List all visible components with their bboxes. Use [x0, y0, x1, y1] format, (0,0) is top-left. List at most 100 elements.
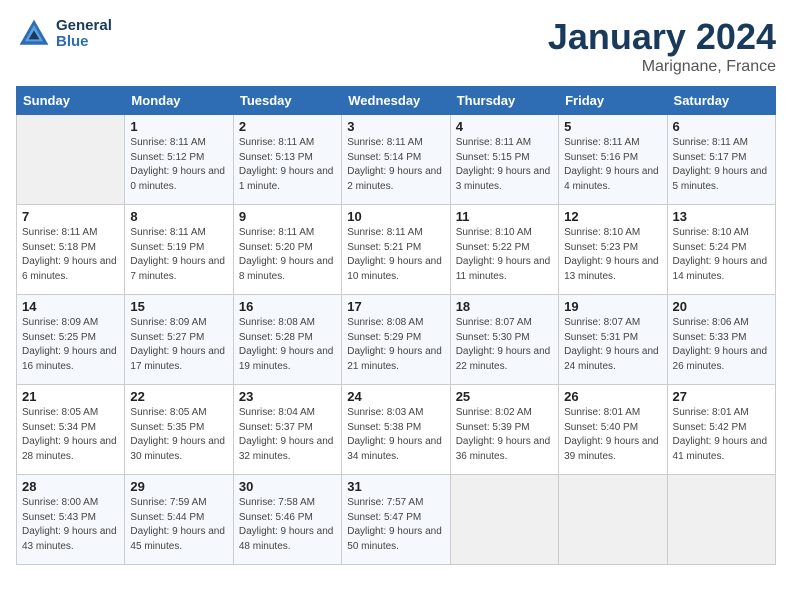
day-cell: 6 Sunrise: 8:11 AMSunset: 5:17 PMDaylight…: [667, 115, 775, 205]
cell-info: Sunrise: 8:05 AMSunset: 5:34 PMDaylight:…: [22, 406, 119, 464]
day-number: 28: [22, 479, 119, 494]
day-cell: 26 Sunrise: 8:01 AMSunset: 5:40 PMDayligh…: [559, 385, 667, 475]
cell-info: Sunrise: 8:11 AMSunset: 5:17 PMDaylight:…: [673, 136, 770, 194]
cell-info: Sunrise: 8:06 AMSunset: 5:33 PMDaylight:…: [673, 316, 770, 374]
cell-info: Sunrise: 8:03 AMSunset: 5:38 PMDaylight:…: [347, 406, 444, 464]
day-cell: 22Sunrise: 8:05 AMSunset: 5:35 PMDayligh…: [125, 385, 233, 475]
day-number: 31: [347, 479, 444, 494]
cell-info: Sunrise: 8:11 AMSunset: 5:12 PMDaylight:…: [130, 136, 227, 194]
day-number: 12: [564, 209, 661, 224]
day-number: 19: [564, 299, 661, 314]
day-cell: 3 Sunrise: 8:11 AMSunset: 5:14 PMDaylight…: [342, 115, 450, 205]
day-number: 20: [673, 299, 770, 314]
day-number: 9: [239, 209, 336, 224]
cell-info: Sunrise: 8:04 AMSunset: 5:37 PMDaylight:…: [239, 406, 336, 464]
cell-info: Sunrise: 8:11 AMSunset: 5:21 PMDaylight:…: [347, 226, 444, 284]
day-number: 24: [347, 389, 444, 404]
day-cell: 4 Sunrise: 8:11 AMSunset: 5:15 PMDaylight…: [450, 115, 558, 205]
day-cell: 5Sunrise: 8:11 AMSunset: 5:16 PMDaylight…: [559, 115, 667, 205]
day-cell: 12 Sunrise: 8:10 AMSunset: 5:23 PMDayligh…: [559, 205, 667, 295]
cell-info: Sunrise: 8:02 AMSunset: 5:39 PMDaylight:…: [456, 406, 553, 464]
header-cell-wednesday: Wednesday: [342, 87, 450, 115]
day-number: 23: [239, 389, 336, 404]
day-cell: 10 Sunrise: 8:11 AMSunset: 5:21 PMDayligh…: [342, 205, 450, 295]
cell-info: Sunrise: 8:08 AMSunset: 5:28 PMDaylight:…: [239, 316, 336, 374]
cell-info: Sunrise: 8:10 AMSunset: 5:22 PMDaylight:…: [456, 226, 553, 284]
day-cell: [559, 475, 667, 565]
week-row-2: 7 Sunrise: 8:11 AMSunset: 5:18 PMDaylight…: [17, 205, 776, 295]
day-number: 21: [22, 389, 119, 404]
day-cell: [450, 475, 558, 565]
day-number: 10: [347, 209, 444, 224]
header-cell-monday: Monday: [125, 87, 233, 115]
cell-info: Sunrise: 8:10 AMSunset: 5:23 PMDaylight:…: [564, 226, 661, 284]
cell-info: Sunrise: 8:10 AMSunset: 5:24 PMDaylight:…: [673, 226, 770, 284]
cell-info: Sunrise: 8:07 AMSunset: 5:30 PMDaylight:…: [456, 316, 553, 374]
day-cell: 17Sunrise: 8:08 AMSunset: 5:29 PMDayligh…: [342, 295, 450, 385]
cell-info: Sunrise: 8:07 AMSunset: 5:31 PMDaylight:…: [564, 316, 661, 374]
day-number: 3: [347, 119, 444, 134]
day-cell: 15 Sunrise: 8:09 AMSunset: 5:27 PMDayligh…: [125, 295, 233, 385]
week-row-3: 14Sunrise: 8:09 AMSunset: 5:25 PMDayligh…: [17, 295, 776, 385]
day-cell: 11 Sunrise: 8:10 AMSunset: 5:22 PMDayligh…: [450, 205, 558, 295]
cell-info: Sunrise: 8:11 AMSunset: 5:15 PMDaylight:…: [456, 136, 553, 194]
day-cell: 18 Sunrise: 8:07 AMSunset: 5:30 PMDayligh…: [450, 295, 558, 385]
header-cell-friday: Friday: [559, 87, 667, 115]
day-number: 6: [673, 119, 770, 134]
day-number: 16: [239, 299, 336, 314]
day-number: 2: [239, 119, 336, 134]
day-number: 15: [130, 299, 227, 314]
cell-info: Sunrise: 8:08 AMSunset: 5:29 PMDaylight:…: [347, 316, 444, 374]
day-cell: 2 Sunrise: 8:11 AMSunset: 5:13 PMDaylight…: [233, 115, 341, 205]
month-title: January 2024: [548, 16, 776, 58]
day-cell: 8Sunrise: 8:11 AMSunset: 5:19 PMDaylight…: [125, 205, 233, 295]
page-header: General Blue January 2024 Marignane, Fra…: [16, 16, 776, 76]
calendar-table: SundayMondayTuesdayWednesdayThursdayFrid…: [16, 86, 776, 565]
day-cell: 21 Sunrise: 8:05 AMSunset: 5:34 PMDayligh…: [17, 385, 125, 475]
cell-info: Sunrise: 8:11 AMSunset: 5:16 PMDaylight:…: [564, 136, 661, 194]
day-cell: 27Sunrise: 8:01 AMSunset: 5:42 PMDayligh…: [667, 385, 775, 475]
day-number: 25: [456, 389, 553, 404]
logo-icon: [16, 16, 52, 52]
day-cell: 23 Sunrise: 8:04 AMSunset: 5:37 PMDayligh…: [233, 385, 341, 475]
logo-text: General Blue: [56, 18, 112, 51]
day-number: 1: [130, 119, 227, 134]
cell-info: Sunrise: 8:11 AMSunset: 5:13 PMDaylight:…: [239, 136, 336, 194]
day-number: 18: [456, 299, 553, 314]
day-number: 29: [130, 479, 227, 494]
cell-info: Sunrise: 7:58 AMSunset: 5:46 PMDaylight:…: [239, 496, 336, 554]
day-cell: 25 Sunrise: 8:02 AMSunset: 5:39 PMDayligh…: [450, 385, 558, 475]
day-number: 30: [239, 479, 336, 494]
day-cell: [667, 475, 775, 565]
day-cell: 14Sunrise: 8:09 AMSunset: 5:25 PMDayligh…: [17, 295, 125, 385]
header-cell-thursday: Thursday: [450, 87, 558, 115]
day-cell: 28Sunrise: 8:00 AMSunset: 5:43 PMDayligh…: [17, 475, 125, 565]
day-number: 11: [456, 209, 553, 224]
cell-info: Sunrise: 8:05 AMSunset: 5:35 PMDaylight:…: [130, 406, 227, 464]
cell-info: Sunrise: 8:01 AMSunset: 5:40 PMDaylight:…: [564, 406, 661, 464]
day-cell: 19 Sunrise: 8:07 AMSunset: 5:31 PMDayligh…: [559, 295, 667, 385]
cell-info: Sunrise: 8:11 AMSunset: 5:20 PMDaylight:…: [239, 226, 336, 284]
week-row-1: 1 Sunrise: 8:11 AMSunset: 5:12 PMDaylight…: [17, 115, 776, 205]
day-number: 26: [564, 389, 661, 404]
logo: General Blue: [16, 16, 112, 52]
cell-info: Sunrise: 7:57 AMSunset: 5:47 PMDaylight:…: [347, 496, 444, 554]
day-cell: 16 Sunrise: 8:08 AMSunset: 5:28 PMDayligh…: [233, 295, 341, 385]
day-cell: 29Sunrise: 7:59 AMSunset: 5:44 PMDayligh…: [125, 475, 233, 565]
day-number: 13: [673, 209, 770, 224]
header-cell-saturday: Saturday: [667, 87, 775, 115]
day-cell: 7 Sunrise: 8:11 AMSunset: 5:18 PMDaylight…: [17, 205, 125, 295]
day-number: 4: [456, 119, 553, 134]
week-row-4: 21 Sunrise: 8:05 AMSunset: 5:34 PMDayligh…: [17, 385, 776, 475]
cell-info: Sunrise: 8:09 AMSunset: 5:25 PMDaylight:…: [22, 316, 119, 374]
cell-info: Sunrise: 8:11 AMSunset: 5:18 PMDaylight:…: [22, 226, 119, 284]
cell-info: Sunrise: 8:11 AMSunset: 5:14 PMDaylight:…: [347, 136, 444, 194]
day-cell: 24 Sunrise: 8:03 AMSunset: 5:38 PMDayligh…: [342, 385, 450, 475]
day-cell: 31 Sunrise: 7:57 AMSunset: 5:47 PMDayligh…: [342, 475, 450, 565]
header-cell-tuesday: Tuesday: [233, 87, 341, 115]
day-number: 7: [22, 209, 119, 224]
location-title: Marignane, France: [548, 58, 776, 76]
week-row-5: 28Sunrise: 8:00 AMSunset: 5:43 PMDayligh…: [17, 475, 776, 565]
cell-info: Sunrise: 8:09 AMSunset: 5:27 PMDaylight:…: [130, 316, 227, 374]
day-number: 8: [130, 209, 227, 224]
